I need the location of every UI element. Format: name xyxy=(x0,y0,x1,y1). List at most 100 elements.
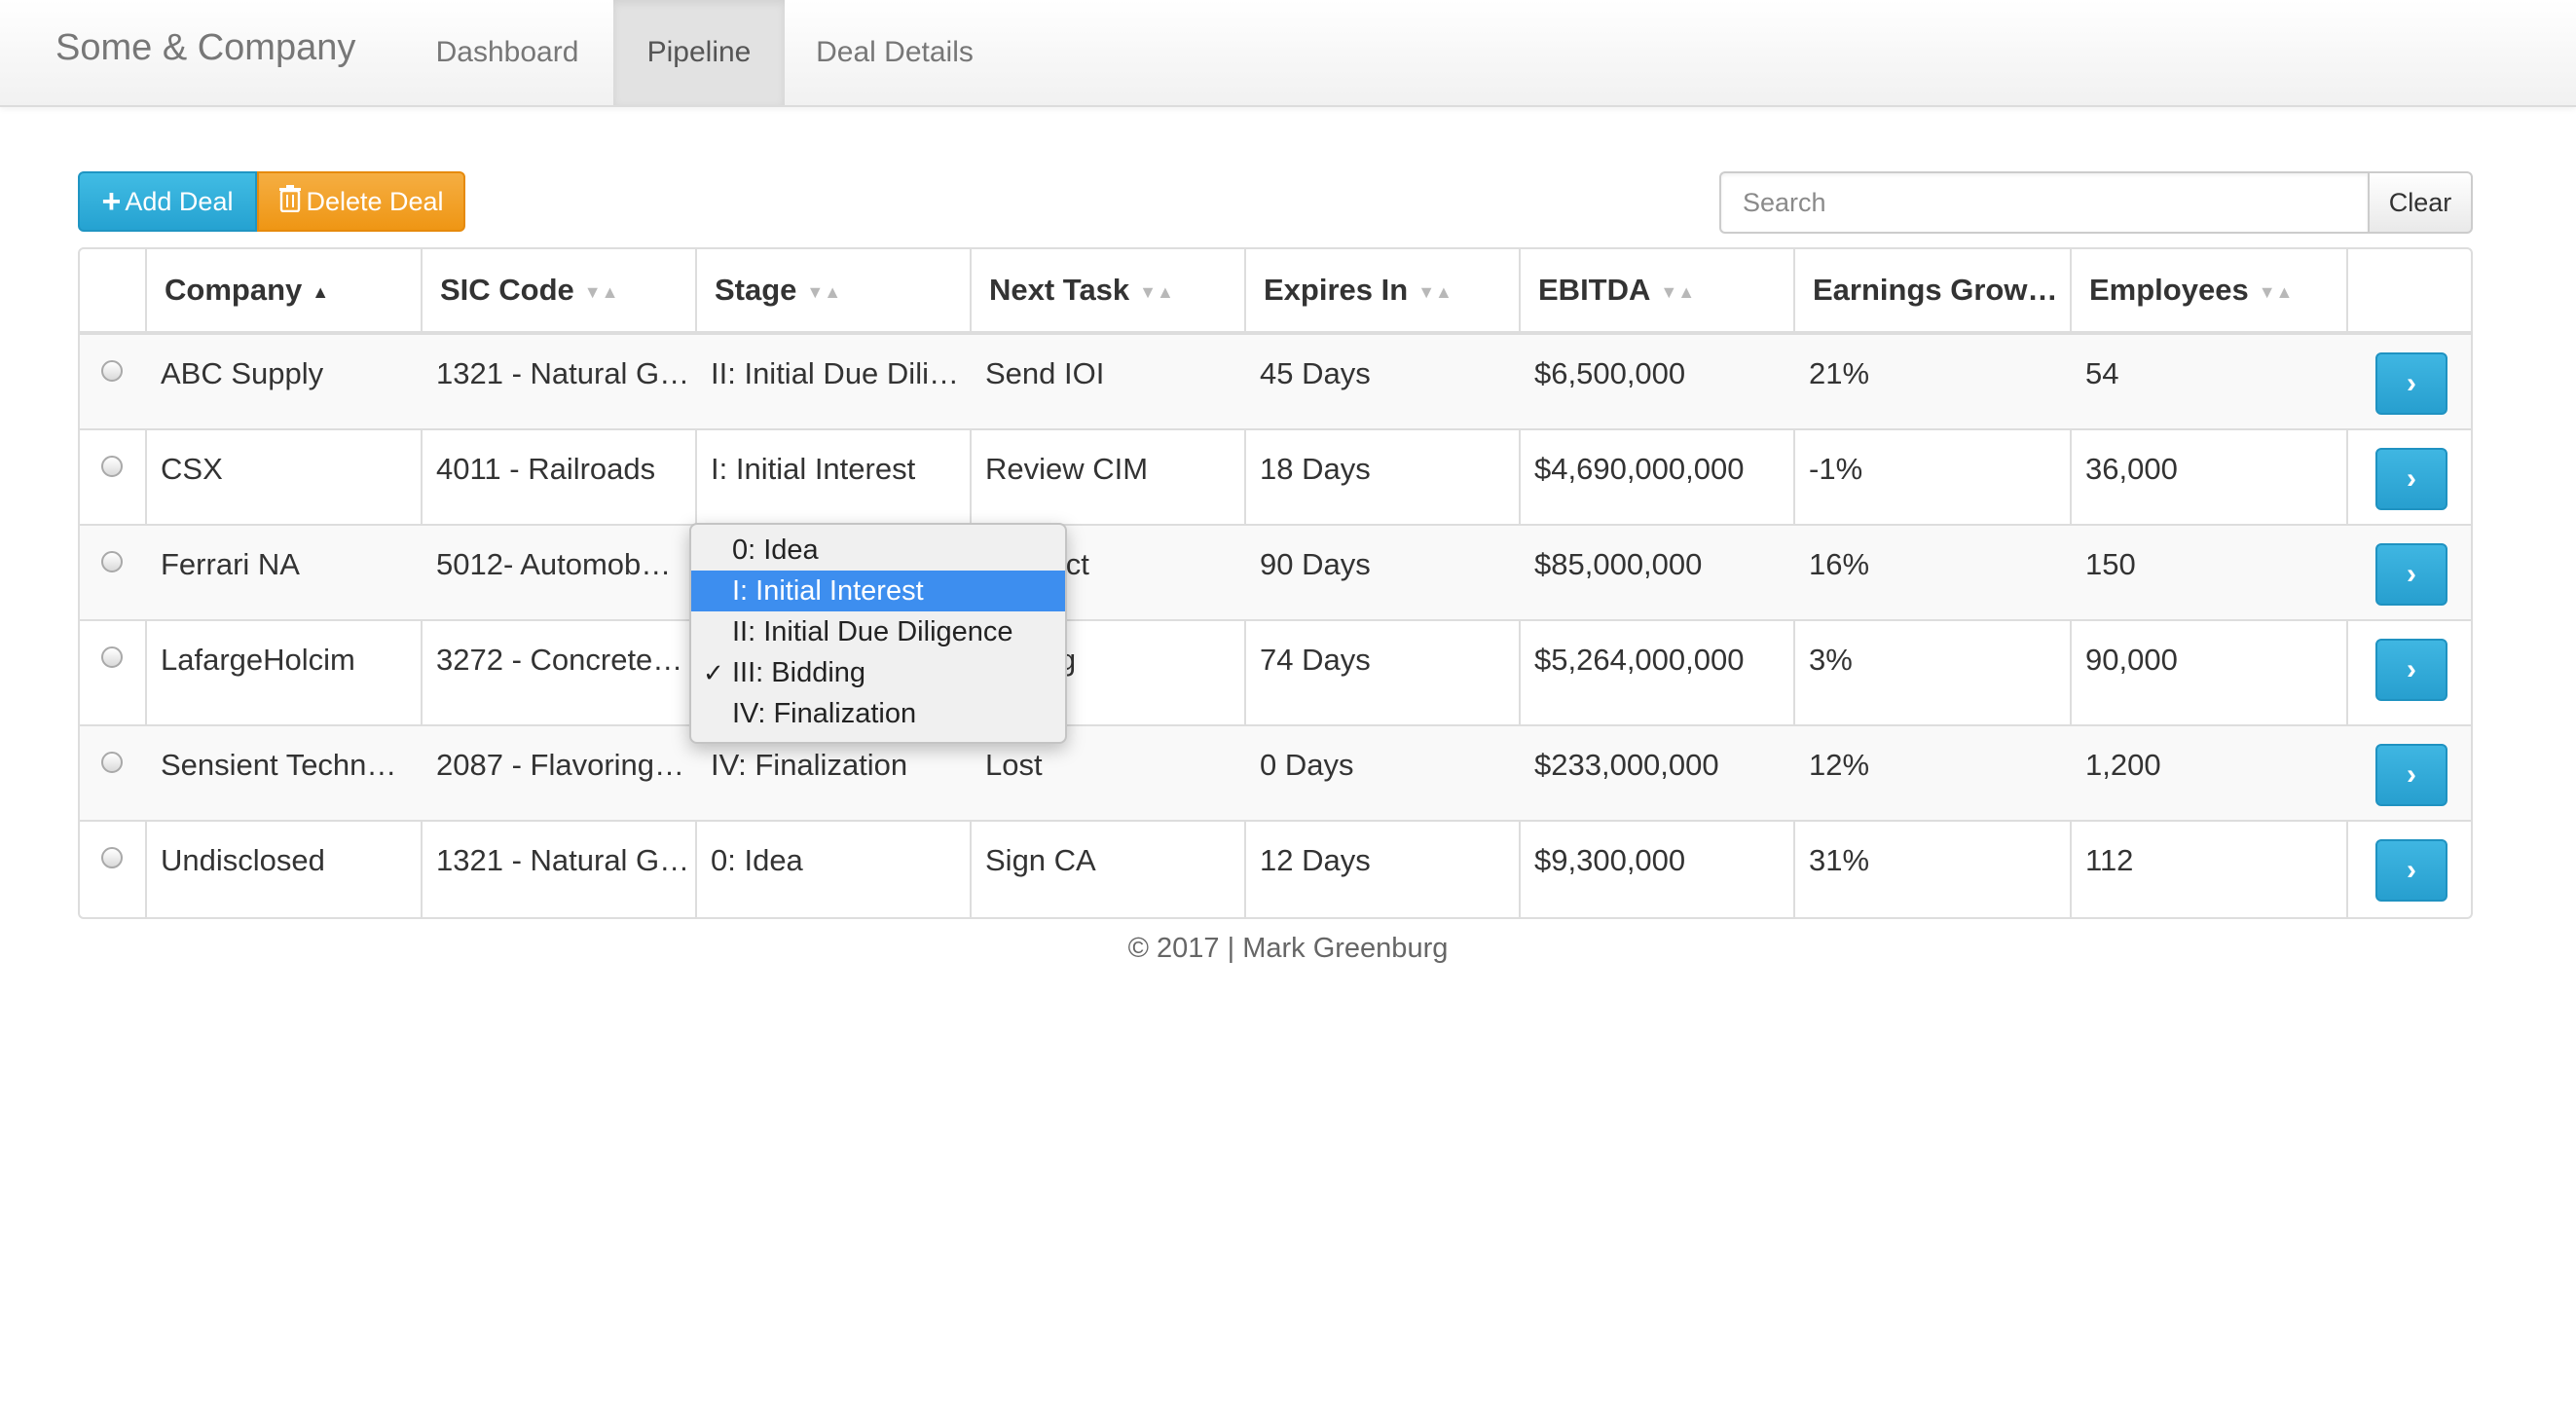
cell-employees: 36,000 xyxy=(2085,452,2178,486)
table-row[interactable]: Ferrari NA 5012- Automob… Contact 90 Day… xyxy=(80,526,2471,621)
cell-next-task: Send IOI xyxy=(985,356,1105,390)
deals-table: Company ▲ SIC Code ▼▲ Stage ▼▲ Next Task ▼▲ … xyxy=(78,247,2473,919)
tab-deal-details[interactable]: Deal Details xyxy=(791,0,999,105)
table-row[interactable]: LafargeHolcim 3272 - Concrete… ending 74… xyxy=(80,621,2471,726)
column-header-label: Company xyxy=(165,273,303,307)
cell-stage[interactable]: IV: Finalization xyxy=(695,748,970,783)
cell-expires-in: 45 Days xyxy=(1260,356,1371,390)
open-deal-button[interactable]: › xyxy=(2375,543,2447,606)
cell-sic-code: 1321 - Natural G… xyxy=(436,843,690,877)
row-select-radio[interactable] xyxy=(101,456,123,477)
cell-next-task: Lost xyxy=(985,748,1043,782)
row-select-radio[interactable] xyxy=(101,551,123,572)
cell-ebitda: $9,300,000 xyxy=(1534,843,1686,877)
add-deal-button[interactable]: + Add Deal xyxy=(78,171,257,232)
chevron-right-icon: › xyxy=(2407,558,2416,590)
column-header-next-task[interactable]: Next Task ▼▲ xyxy=(972,249,1244,331)
sort-icon: ▼▲ xyxy=(2258,281,2294,302)
open-deal-button[interactable]: › xyxy=(2375,839,2447,902)
cell-employees: 112 xyxy=(2085,843,2134,877)
open-deal-button[interactable]: › xyxy=(2375,352,2447,415)
row-select-radio[interactable] xyxy=(101,847,123,868)
column-header-sic-code[interactable]: SIC Code ▼▲ xyxy=(423,249,695,331)
open-deal-button[interactable]: › xyxy=(2375,639,2447,701)
cell-earnings-growth: 16% xyxy=(1809,547,1870,581)
stage-option[interactable]: 0: Idea xyxy=(691,530,1065,571)
row-select-radio[interactable] xyxy=(101,646,123,668)
brand-title[interactable]: Some & Company xyxy=(55,27,355,69)
cell-company: ABC Supply xyxy=(161,356,324,390)
row-select-radio[interactable] xyxy=(101,752,123,773)
column-header-label: Earnings Grow… xyxy=(1813,273,2058,307)
cell-company: Undisclosed xyxy=(161,843,325,877)
stage-option-highlighted[interactable]: I: Initial Interest xyxy=(691,571,1065,611)
column-header-label: EBITDA xyxy=(1538,273,1651,307)
trash-icon xyxy=(278,184,302,219)
column-header-label: SIC Code xyxy=(440,273,574,307)
table-header: Company ▲ SIC Code ▼▲ Stage ▼▲ Next Task ▼▲ … xyxy=(80,249,2471,335)
sort-icon: ▼▲ xyxy=(1139,281,1174,302)
column-header-expires-in[interactable]: Expires In ▼▲ xyxy=(1246,249,1519,331)
cell-next-task: Sign CA xyxy=(985,843,1096,877)
table-row[interactable]: Undisclosed 1321 - Natural G… 0: Idea Si… xyxy=(80,822,2471,917)
delete-deal-label: Delete Deal xyxy=(306,186,444,216)
cell-ebitda: $233,000,000 xyxy=(1534,748,1719,782)
chevron-right-icon: › xyxy=(2407,758,2416,791)
cell-stage[interactable]: I: Initial Interest xyxy=(695,452,970,487)
cell-earnings-growth: 12% xyxy=(1809,748,1870,782)
cell-expires-in: 90 Days xyxy=(1260,547,1371,581)
cell-earnings-growth: 21% xyxy=(1809,356,1870,390)
stage-option[interactable]: IV: Finalization xyxy=(691,693,1065,734)
add-deal-label: Add Deal xyxy=(125,186,234,216)
cell-company: Ferrari NA xyxy=(161,547,300,581)
search-input[interactable] xyxy=(1719,171,2368,234)
cell-sic-code: 2087 - Flavoring… xyxy=(436,748,685,782)
column-header-stage[interactable]: Stage ▼▲ xyxy=(697,249,970,331)
chevron-right-icon: › xyxy=(2407,367,2416,399)
sort-icon: ▼▲ xyxy=(583,281,619,302)
column-header-label: Expires In xyxy=(1264,273,1409,307)
column-header-label: Next Task xyxy=(989,273,1130,307)
cell-stage[interactable]: 0: Idea xyxy=(695,843,970,878)
sort-icon: ▼▲ xyxy=(806,281,842,302)
checkmark-icon: ✓ xyxy=(703,658,724,687)
cell-expires-in: 12 Days xyxy=(1260,843,1371,877)
cell-sic-code: 3272 - Concrete… xyxy=(436,643,683,677)
cell-earnings-growth: -1% xyxy=(1809,452,1863,486)
stage-option[interactable]: II: Initial Due Diligence xyxy=(691,611,1065,652)
column-header-employees[interactable]: Employees ▼▲ xyxy=(2072,249,2346,331)
column-header-label: Stage xyxy=(715,273,797,307)
chevron-right-icon: › xyxy=(2407,653,2416,685)
table-row[interactable]: CSX 4011 - Railroads I: Initial Interest… xyxy=(80,430,2471,526)
row-select-radio[interactable] xyxy=(101,360,123,382)
cell-earnings-growth: 31% xyxy=(1809,843,1870,877)
clear-button[interactable]: Clear xyxy=(2368,171,2473,234)
column-header-label: Employees xyxy=(2089,273,2249,307)
stage-option-selected[interactable]: ✓ III: Bidding xyxy=(691,652,1065,693)
cell-expires-in: 0 Days xyxy=(1260,748,1354,782)
column-header-ebitda[interactable]: EBITDA ▼▲ xyxy=(1521,249,1793,331)
column-header-company[interactable]: Company ▲ xyxy=(147,249,421,331)
cell-stage[interactable]: II: Initial Due Dili… xyxy=(695,356,970,391)
cell-next-task: Review CIM xyxy=(985,452,1149,486)
cell-company: LafargeHolcim xyxy=(161,643,355,677)
tab-dashboard[interactable]: Dashboard xyxy=(411,0,604,105)
sort-ascending-icon: ▲ xyxy=(312,281,330,302)
tab-pipeline[interactable]: Pipeline xyxy=(613,0,785,105)
stage-dropdown-menu[interactable]: 0: Idea I: Initial Interest II: Initial … xyxy=(689,523,1067,744)
cell-employees: 150 xyxy=(2085,547,2136,581)
table-row[interactable]: ABC Supply 1321 - Natural G… II: Initial… xyxy=(80,335,2471,430)
cell-employees: 90,000 xyxy=(2085,643,2178,677)
open-deal-button[interactable]: › xyxy=(2375,448,2447,510)
navbar: Some & Company Dashboard Pipeline Deal D… xyxy=(0,0,2576,107)
cell-ebitda: $6,500,000 xyxy=(1534,356,1686,390)
cell-employees: 54 xyxy=(2085,356,2119,390)
table-row[interactable]: Sensient Techn… 2087 - Flavoring… IV: Fi… xyxy=(80,726,2471,822)
sort-icon: ▼▲ xyxy=(1417,281,1453,302)
cell-ebitda: $85,000,000 xyxy=(1534,547,1703,581)
cell-expires-in: 74 Days xyxy=(1260,643,1371,677)
column-header-earnings-growth[interactable]: Earnings Grow… xyxy=(1795,249,2070,331)
delete-deal-button[interactable]: Delete Deal xyxy=(257,171,465,232)
plus-icon: + xyxy=(101,183,122,220)
open-deal-button[interactable]: › xyxy=(2375,744,2447,806)
